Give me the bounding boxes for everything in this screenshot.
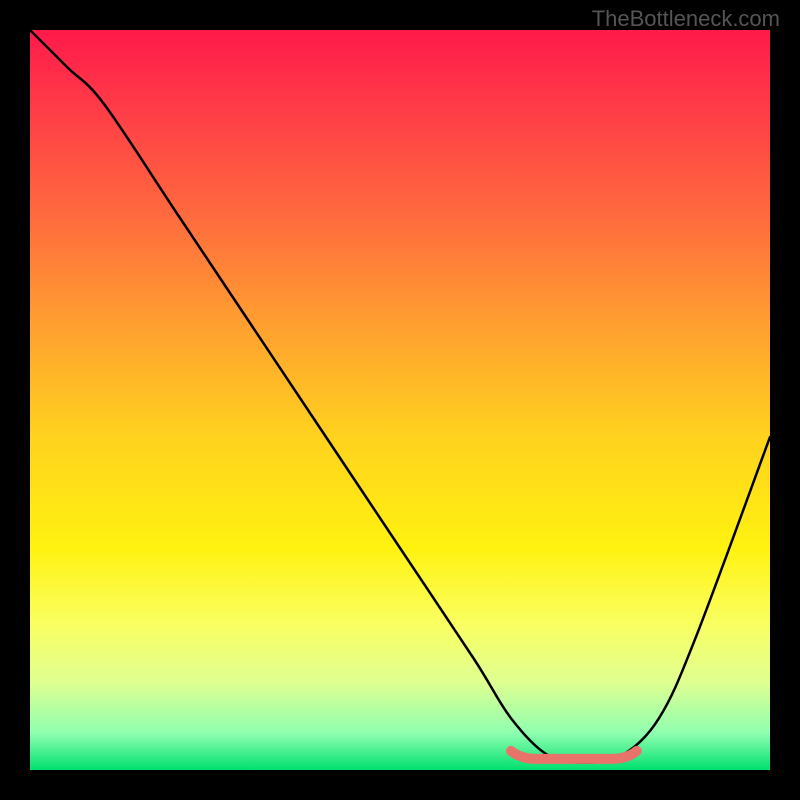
chart-plot-area (30, 30, 770, 770)
watermark-text: TheBottleneck.com (592, 6, 780, 32)
trough-highlight (511, 751, 637, 759)
chart-svg (30, 30, 770, 770)
bottleneck-curve-path (30, 30, 770, 763)
